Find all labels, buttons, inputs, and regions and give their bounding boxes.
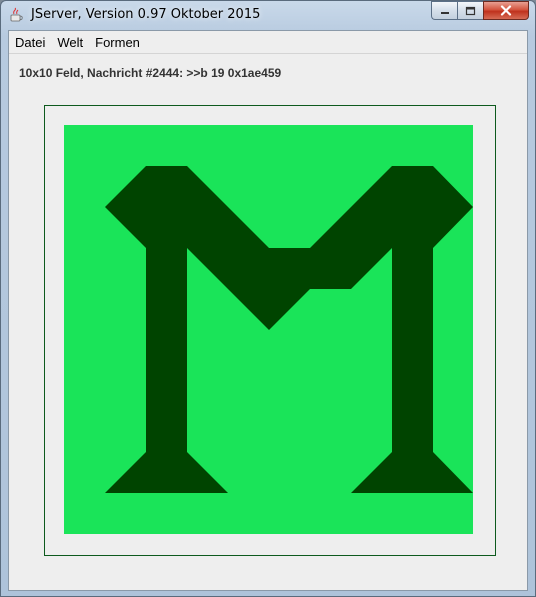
maximize-icon [465, 6, 476, 15]
title-bar[interactable]: JServer, Version 0.97 Oktober 2015 [1, 1, 535, 29]
menu-welt[interactable]: Welt [51, 35, 89, 50]
java-cup-icon [10, 7, 23, 22]
menu-bar: Datei Welt Formen [9, 31, 527, 54]
window-title: JServer, Version 0.97 Oktober 2015 [31, 7, 261, 22]
application-window: JServer, Version 0.97 Oktober 2015 Datei… [0, 0, 536, 597]
menu-datei[interactable]: Datei [9, 35, 51, 50]
cell-shape [392, 248, 433, 452]
minimize-icon [440, 11, 449, 14]
minimize-button[interactable] [431, 1, 457, 20]
status-message: 10x10 Feld, Nachricht #2444: >>b 19 0x1a… [19, 66, 282, 80]
close-button[interactable] [483, 1, 529, 20]
cell-shape [146, 248, 187, 452]
board-canvas[interactable] [64, 125, 473, 534]
menu-formen[interactable]: Formen [89, 35, 146, 50]
close-icon [500, 5, 512, 16]
maximize-button[interactable] [457, 1, 483, 20]
client-area: Datei Welt Formen 10x10 Feld, Nachricht … [8, 30, 528, 591]
window-controls [431, 1, 529, 21]
